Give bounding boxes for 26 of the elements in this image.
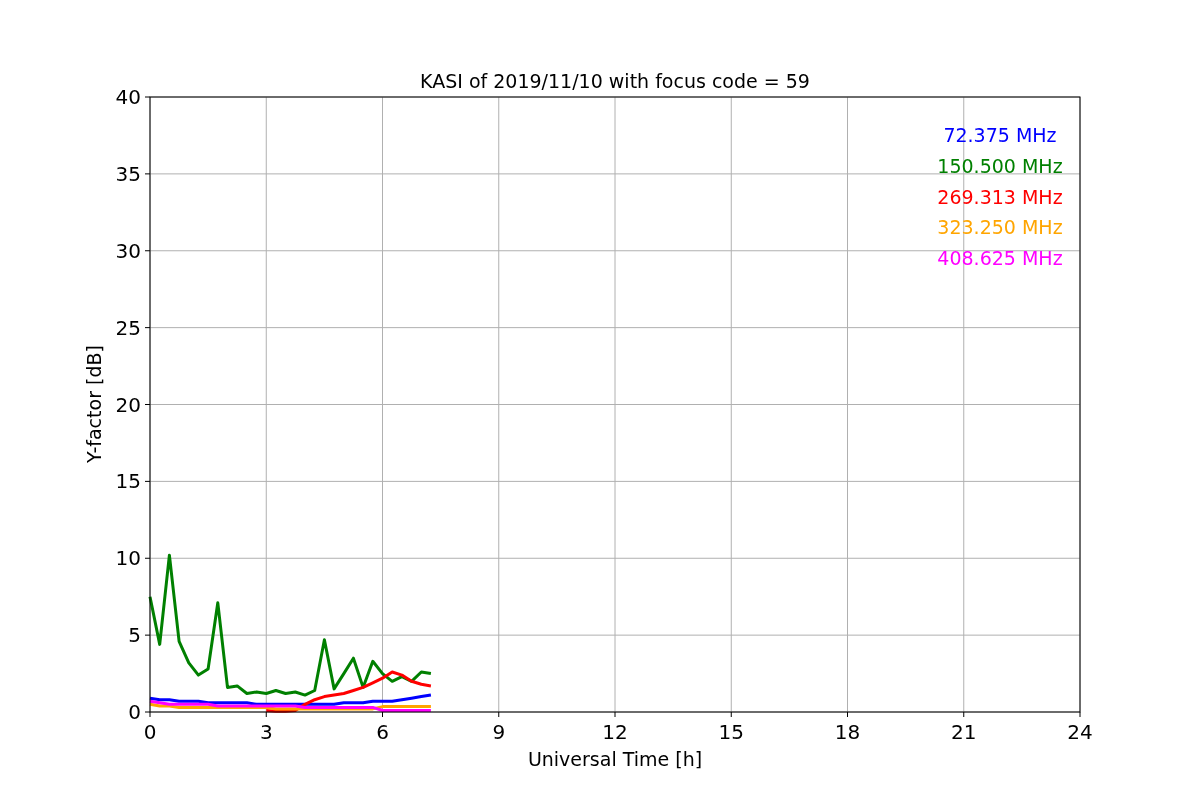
x-tick-label: 15	[718, 720, 744, 744]
legend-label: 269.313 MHz	[937, 185, 1063, 208]
y-tick-label: 20	[115, 392, 141, 417]
x-tick-label: 6	[376, 720, 389, 744]
x-tick-label: 18	[834, 720, 861, 744]
legend-label: 150.500 MHz	[937, 154, 1063, 177]
x-tick-label: 9	[492, 720, 506, 744]
y-tick-label: 35	[115, 161, 141, 186]
y-tick-label: 30	[115, 238, 141, 263]
chart-title: KASI of 2019/11/10 with focus code = 59	[420, 70, 810, 92]
x-tick-label: 12	[602, 720, 628, 744]
legend-label: 408.625 MHz	[937, 247, 1063, 270]
legend-label: 72.375 MHz	[943, 124, 1057, 146]
y-tick-label: 40	[115, 85, 141, 109]
y-tick-label: 15	[115, 469, 141, 494]
x-tick-label: 21	[951, 720, 977, 744]
x-tick-label: 3	[259, 720, 273, 744]
legend-label: 323.250 MHz	[937, 216, 1063, 239]
y-tick-label: 5	[128, 623, 141, 648]
y-tick-label: 10	[115, 546, 141, 571]
x-tick-label: 24	[1067, 720, 1093, 744]
x-tick-label: 0	[143, 720, 157, 744]
y-tick-label: 0	[128, 700, 141, 724]
x-axis-label: Universal Time [h]	[527, 748, 703, 770]
y-axis-label: Y-factor [dB]	[83, 345, 105, 463]
y-tick-label: 25	[115, 315, 141, 340]
